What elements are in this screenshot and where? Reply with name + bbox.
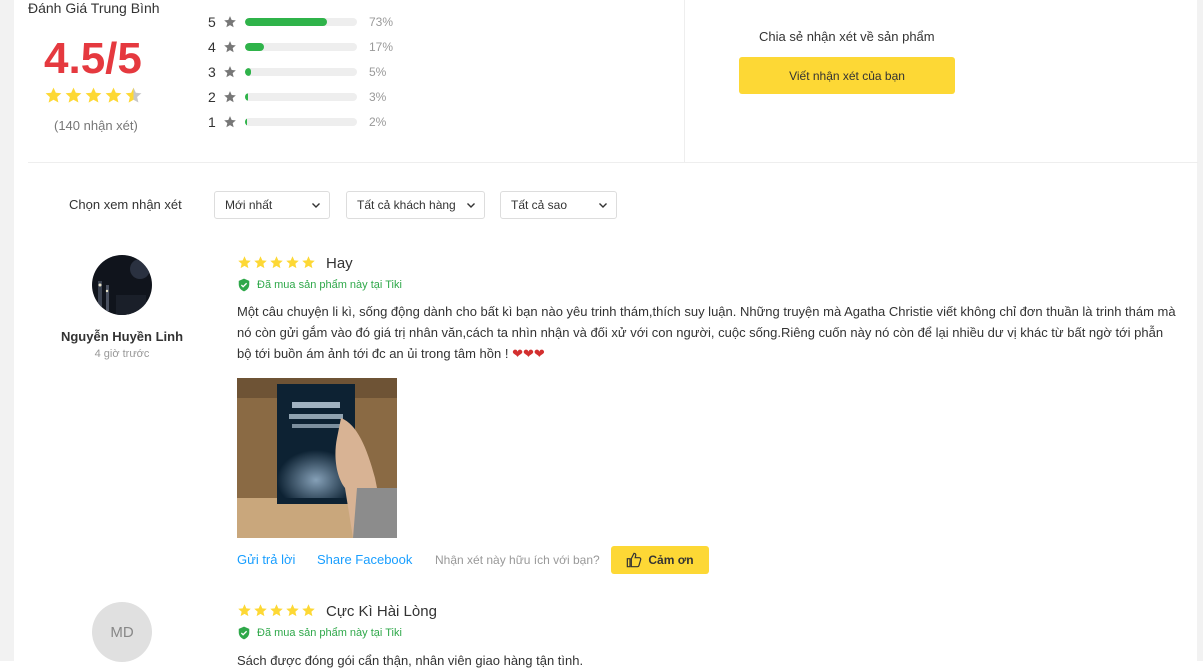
distribution-percent: 5% xyxy=(369,64,387,79)
heart-emojis: ❤❤❤ xyxy=(512,346,545,361)
distribution-star-count: 2 xyxy=(208,88,216,105)
star-icon xyxy=(224,41,236,53)
distribution-bar-fill xyxy=(245,18,327,27)
write-review-button[interactable]: Viết nhận xét của bạn xyxy=(739,57,955,94)
verified-purchase-text: Đã mua sản phẩm này tại Tiki xyxy=(257,279,402,291)
distribution-bar xyxy=(245,18,357,27)
star-icon xyxy=(270,604,283,617)
distribution-bar xyxy=(245,92,357,101)
review-stars xyxy=(237,255,316,270)
distribution-star-count: 1 xyxy=(208,113,216,130)
star-icon xyxy=(45,87,62,103)
distribution-bar-fill xyxy=(245,43,265,52)
distribution-star-count: 3 xyxy=(208,63,216,80)
avatar-photo xyxy=(92,255,152,315)
avatar-initials: MD xyxy=(110,623,134,641)
star-icon xyxy=(286,256,299,269)
shield-check-icon xyxy=(238,278,250,292)
rating-distribution: 5 73% 4 17% 3 5% 2 3% 1 2% xyxy=(208,10,393,134)
review-photo[interactable] xyxy=(237,378,397,538)
average-stars xyxy=(44,86,143,105)
chevron-down-icon xyxy=(467,203,475,208)
distribution-percent: 17% xyxy=(369,40,394,55)
chevron-down-icon xyxy=(312,203,320,208)
avatar[interactable] xyxy=(92,255,152,315)
verified-purchase-badge: Đã mua sản phẩm này tại Tiki xyxy=(237,626,402,640)
star-icon xyxy=(224,66,236,78)
distribution-bar-fill xyxy=(245,117,248,126)
share-review-prompt: Chia sẻ nhận xét về sản phẩm xyxy=(759,29,935,44)
star-filter-select[interactable]: Tất cả sao xyxy=(500,191,617,219)
star-icon xyxy=(270,256,283,269)
summary-divider xyxy=(684,0,685,162)
distribution-row[interactable]: 4 17% xyxy=(208,35,393,60)
chevron-down-icon xyxy=(599,203,607,208)
distribution-row[interactable]: 3 5% xyxy=(208,60,393,85)
shield-check-icon xyxy=(238,626,250,640)
verified-purchase-badge: Đã mua sản phẩm này tại Tiki xyxy=(237,278,402,292)
distribution-bar xyxy=(245,43,357,52)
star-icon xyxy=(224,115,236,127)
distribution-percent: 73% xyxy=(369,15,394,30)
distribution-bar-fill xyxy=(245,67,251,76)
sort-select[interactable]: Mới nhất xyxy=(214,191,330,219)
distribution-percent: 3% xyxy=(369,89,387,104)
star-icon xyxy=(254,256,267,269)
review-body: Một câu chuyện li kì, sống động dành cho… xyxy=(237,301,1179,364)
avatar[interactable]: MD xyxy=(92,602,152,662)
star-icon xyxy=(224,16,236,28)
review-stars xyxy=(237,603,316,618)
star-icon xyxy=(302,256,315,269)
thumbs-up-icon xyxy=(627,552,642,568)
review-title: Hay xyxy=(326,255,353,272)
star-icon xyxy=(238,256,251,269)
star-icon xyxy=(286,604,299,617)
distribution-bar xyxy=(245,117,357,126)
distribution-row[interactable]: 2 3% xyxy=(208,84,393,109)
customer-filter-select[interactable]: Tất cả khách hàng xyxy=(346,191,485,219)
rating-summary-panel xyxy=(28,0,1198,163)
thanks-button-label: Cảm ơn xyxy=(648,553,694,567)
review-count: (140 nhận xét) xyxy=(54,118,138,133)
distribution-star-count: 5 xyxy=(208,14,216,31)
distribution-row[interactable]: 5 73% xyxy=(208,10,393,35)
distribution-bar-fill xyxy=(245,92,249,101)
share-facebook-link[interactable]: Share Facebook xyxy=(317,552,412,567)
star-filter-value: Tất cả sao xyxy=(511,198,568,212)
average-rating-title: Đánh Giá Trung Bình xyxy=(28,0,160,16)
star-icon xyxy=(105,87,122,103)
distribution-percent: 2% xyxy=(369,114,387,129)
thanks-button[interactable]: Cảm ơn xyxy=(611,546,709,574)
star-icon xyxy=(238,604,251,617)
helpful-question: Nhận xét này hữu ích với bạn? xyxy=(435,553,600,567)
star-icon xyxy=(254,604,267,617)
review-time: 4 giờ trước xyxy=(94,348,150,360)
distribution-row[interactable]: 1 2% xyxy=(208,109,393,134)
page-frame-left xyxy=(0,0,14,661)
reviewer-name[interactable]: Nguyễn Huyền Linh xyxy=(42,329,202,344)
filter-label: Chọn xem nhận xét xyxy=(69,197,182,212)
sort-select-value: Mới nhất xyxy=(225,198,273,212)
review-photo-image xyxy=(237,378,397,538)
customer-filter-value: Tất cả khách hàng xyxy=(357,198,456,212)
distribution-star-count: 4 xyxy=(208,39,216,56)
star-icon xyxy=(224,90,236,103)
average-score: 4.5/5 xyxy=(44,34,142,83)
verified-purchase-text: Đã mua sản phẩm này tại Tiki xyxy=(257,627,402,639)
review-body-text: Một câu chuyện li kì, sống động dành cho… xyxy=(237,304,1176,361)
star-icon xyxy=(85,87,102,103)
review-title: Cực Kì Hài Lòng xyxy=(326,603,437,620)
star-icon xyxy=(65,87,82,103)
reply-link[interactable]: Gửi trả lời xyxy=(237,552,295,567)
star-icon xyxy=(302,604,315,617)
distribution-bar xyxy=(245,67,357,76)
half-star-icon xyxy=(125,87,142,103)
